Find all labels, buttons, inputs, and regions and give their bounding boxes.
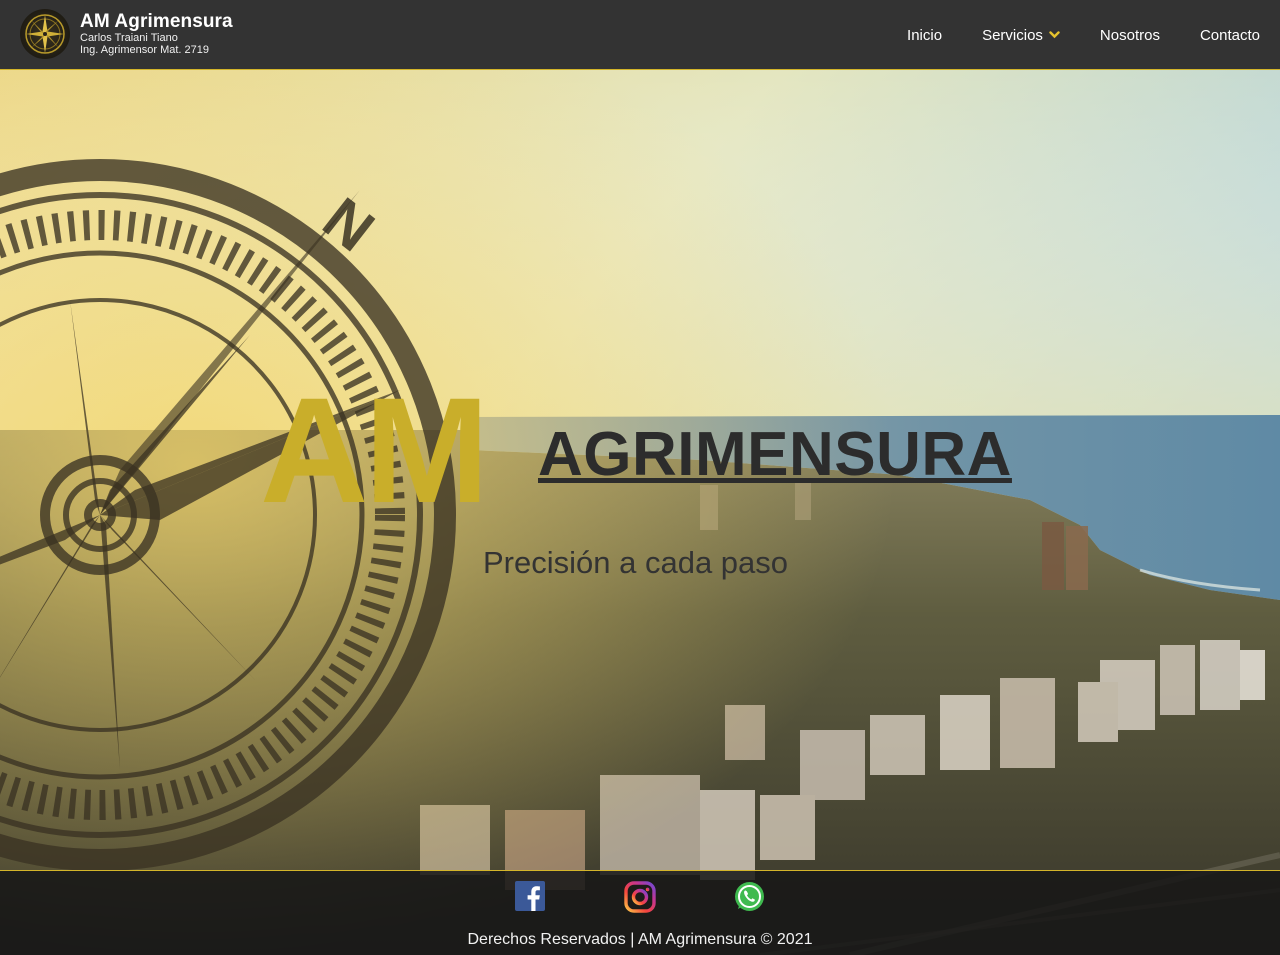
- chevron-down-icon: [1049, 31, 1060, 39]
- navbar: AM Agrimensura Carlos Traiani Tiano Ing.…: [0, 0, 1280, 70]
- facebook-icon[interactable]: [515, 881, 545, 911]
- nav-inicio-label: Inicio: [907, 26, 943, 44]
- brand-text: AM Agrimensura Carlos Traiani Tiano Ing.…: [80, 11, 233, 57]
- nav-inicio[interactable]: Inicio: [907, 27, 942, 44]
- compass-rose-icon[interactable]: [20, 9, 70, 59]
- main-nav: Inicio Servicios Nosotros Contacto: [867, 0, 1260, 70]
- nav-nosotros-label: Nosotros: [1099, 26, 1160, 44]
- footer: Derechos Reservados | AM Agrimensura © 2…: [0, 870, 1280, 955]
- hero-brand-text: AGRIMENSURA: [538, 420, 1012, 489]
- brand[interactable]: AM Agrimensura Carlos Traiani Tiano Ing.…: [20, 9, 233, 59]
- nav-servicios[interactable]: Servicios: [982, 27, 1060, 44]
- hero-section: N AM AGRIMENSURA Precisión a cada paso: [0, 70, 1280, 955]
- instagram-icon[interactable]: [624, 881, 656, 913]
- owner-name: Carlos Traiani Tiano: [80, 32, 178, 44]
- nav-servicios-label: Servicios: [982, 26, 1043, 44]
- copyright-text: Derechos Reservados | AM Agrimensura © 2…: [467, 931, 813, 948]
- whatsapp-icon[interactable]: [734, 881, 765, 912]
- nav-contacto-label: Contacto: [1199, 26, 1260, 44]
- nav-contacto[interactable]: Contacto: [1200, 27, 1260, 44]
- site-title: AM Agrimensura: [80, 11, 233, 32]
- license-number: Ing. Agrimensor Mat. 2719: [80, 44, 210, 56]
- hero-tagline: Precisión a cada paso: [483, 545, 789, 580]
- hero-am-text: AM: [260, 366, 489, 534]
- nav-nosotros[interactable]: Nosotros: [1100, 27, 1160, 44]
